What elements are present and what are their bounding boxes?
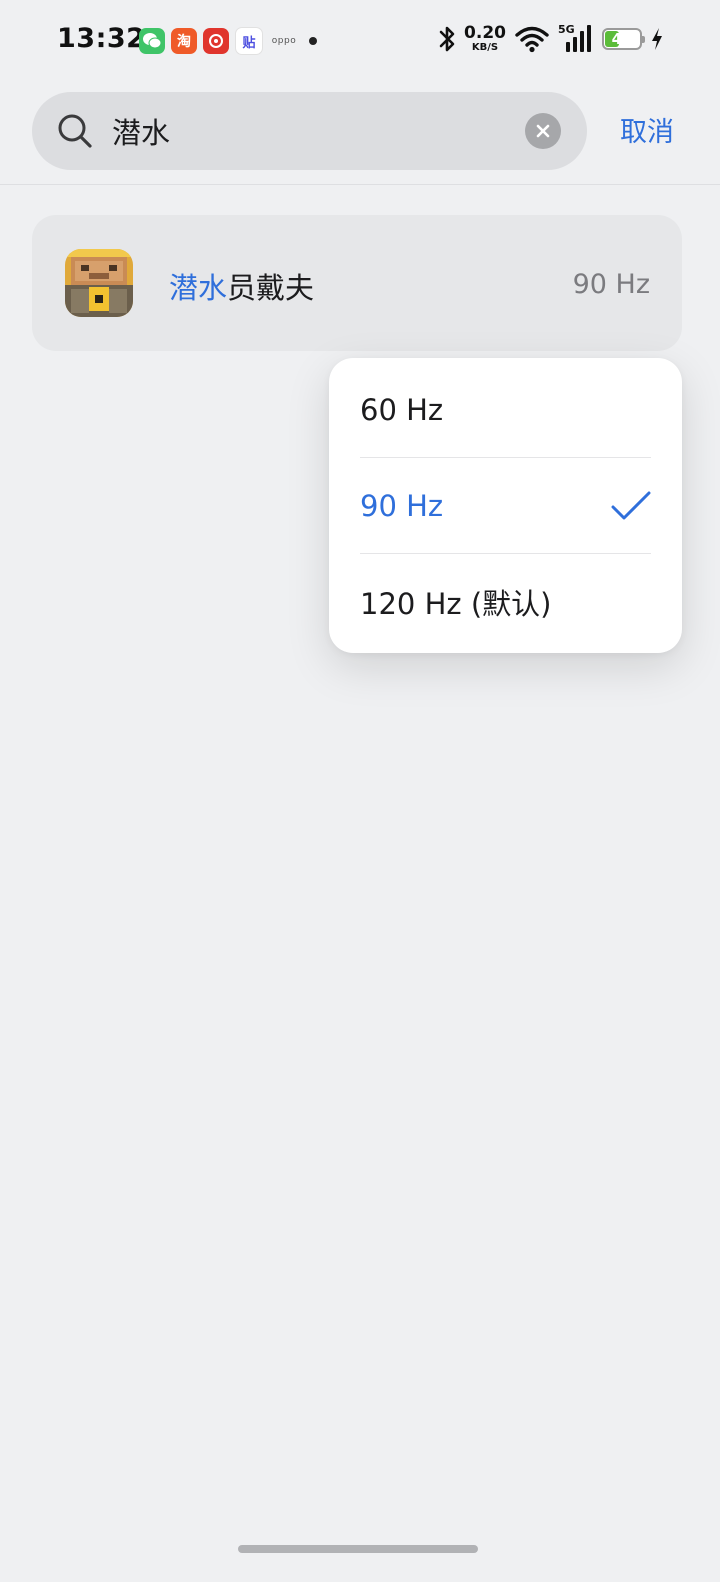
status-indicators: 0.20 KB/S 5G 40 <box>438 23 664 54</box>
oppo-icon: oppo <box>271 36 297 46</box>
refresh-rate-menu: 60 Hz 90 Hz 120 Hz (默认) <box>329 358 682 653</box>
more-notifications-dot <box>309 37 317 45</box>
menu-option-60hz[interactable]: 60 Hz <box>360 362 651 458</box>
menu-option-label: 90 Hz <box>360 489 444 523</box>
netease-music-icon <box>203 28 229 54</box>
battery-icon: 40 <box>602 28 645 50</box>
search-input[interactable] <box>112 109 512 153</box>
tieba-icon: 贴 <box>235 27 263 55</box>
menu-option-label: 60 Hz <box>360 393 444 427</box>
menu-option-label: 120 Hz (默认) <box>360 587 552 621</box>
wifi-icon <box>515 26 549 53</box>
wechat-icon <box>139 28 165 54</box>
charging-icon <box>652 28 662 50</box>
app-refresh-rate[interactable]: 90 Hz <box>573 269 650 300</box>
cancel-button[interactable]: 取消 <box>620 110 674 149</box>
battery-level: 40 <box>611 30 633 48</box>
close-icon <box>536 124 550 138</box>
search-box[interactable] <box>32 92 587 170</box>
network-speed: 0.20 KB/S <box>464 25 506 53</box>
dave-the-diver-app-icon <box>65 249 133 317</box>
checkmark-icon <box>611 491 651 520</box>
network-speed-value: 0.20 <box>464 23 506 43</box>
app-name-highlight: 潜水 <box>169 271 228 305</box>
signal-bars-icon <box>566 25 591 52</box>
bluetooth-icon <box>439 26 455 52</box>
notification-icons: 淘 贴 oppo <box>139 27 317 55</box>
app-name: 潜水员戴夫 <box>169 265 314 307</box>
status-time: 13:32 <box>57 23 146 54</box>
status-bar: 13:32 淘 贴 oppo 0.20 KB/S 5G 40 <box>0 0 720 82</box>
app-name-rest: 员戴夫 <box>227 271 315 305</box>
network-speed-unit: KB/S <box>471 42 499 53</box>
taobao-icon: 淘 <box>171 28 197 54</box>
clear-search-button[interactable] <box>525 113 561 149</box>
home-indicator[interactable] <box>238 1545 478 1553</box>
menu-option-90hz[interactable]: 90 Hz <box>360 458 651 554</box>
search-icon <box>58 114 92 148</box>
menu-option-120hz[interactable]: 120 Hz (默认) <box>360 554 651 650</box>
cellular-signal: 5G <box>558 23 594 54</box>
app-result-item[interactable]: 潜水员戴夫 90 Hz <box>32 215 682 351</box>
search-header: 取消 <box>0 82 720 185</box>
